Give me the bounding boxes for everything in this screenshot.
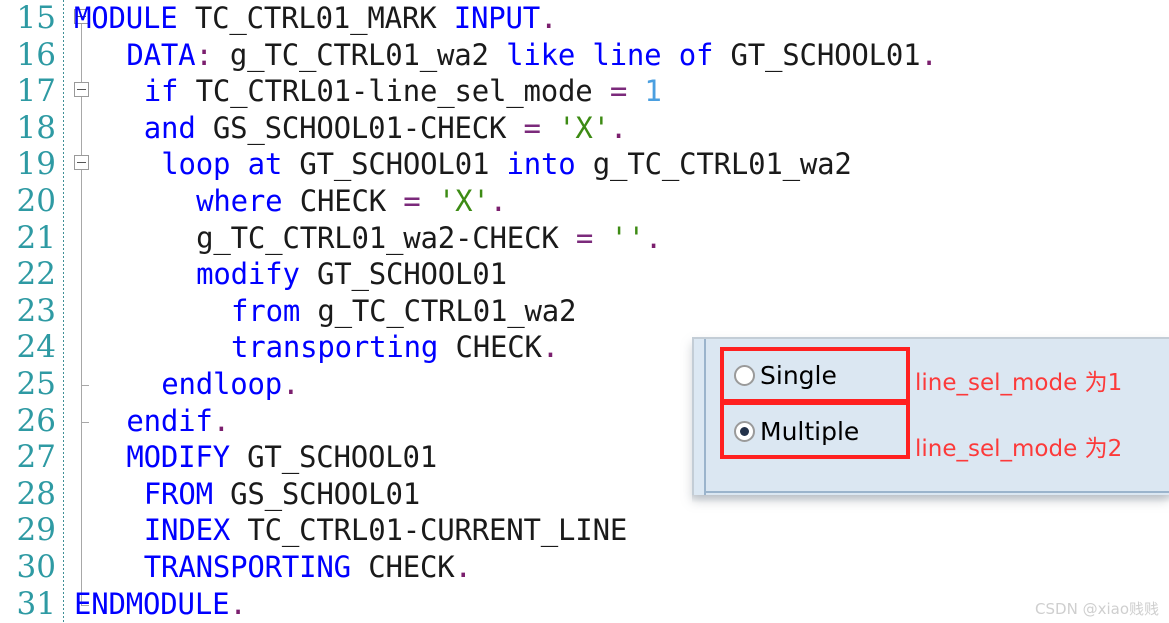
fold-guide-line xyxy=(72,439,92,476)
code-line[interactable]: 16 DATA: g_TC_CTRL01_wa2 like line of GT_… xyxy=(0,36,1169,74)
fold-guide-line xyxy=(72,292,92,330)
code-line-text: loop at GT_SCHOOL01 into g_TC_CTRL01_wa2 xyxy=(161,147,852,182)
fold-end-marker-icon xyxy=(72,402,92,440)
code-line[interactable]: 22 modify GT_SCHOOL01 xyxy=(0,256,1169,293)
fold-end-marker-icon xyxy=(72,365,92,403)
code-line[interactable]: 18 and GS_SCHOOL01-CHECK = 'X'. xyxy=(0,109,1169,147)
code-line-text: TRANSPORTING CHECK. xyxy=(143,549,472,584)
dialog-bottom-rule xyxy=(706,491,1169,493)
line-number: 30 xyxy=(16,548,56,585)
line-number: 15 xyxy=(16,0,56,36)
radio-label-single: Single xyxy=(760,361,837,390)
code-line-text: from g_TC_CTRL01_wa2 xyxy=(231,293,577,328)
code-line-text: MODULE TC_CTRL01_MARK INPUT. xyxy=(74,1,558,35)
radio-icon-single[interactable] xyxy=(734,365,755,386)
fold-guide-line xyxy=(72,36,92,74)
fold-guide-line xyxy=(72,475,92,513)
code-line-text: endloop. xyxy=(161,366,300,401)
annotation-multiple-mode: line_sel_mode 为2 xyxy=(915,436,1123,462)
fold-guide-line xyxy=(72,329,92,366)
radio-option-single[interactable]: Single xyxy=(734,361,837,390)
code-line[interactable]: 31 ENDMODULE. xyxy=(0,585,1169,623)
code-line[interactable]: 15 MODULE TC_CTRL01_MARK INPUT. xyxy=(0,0,1169,37)
line-number: 23 xyxy=(16,292,56,329)
code-line-text: ENDMODULE. xyxy=(74,586,247,621)
line-selection-mode-dialog[interactable]: Single Multiple line_sel_mode 为1 line_se… xyxy=(692,337,1169,495)
line-number: 22 xyxy=(16,256,56,293)
fold-guide-line xyxy=(72,548,92,586)
radio-icon-multiple[interactable] xyxy=(734,421,755,442)
fold-guide-line xyxy=(72,109,92,147)
code-line-text: and GS_SCHOOL01-CHECK = 'X'. xyxy=(143,110,628,145)
dialog-drop-shadow xyxy=(692,495,1169,503)
fold-toggle-icon[interactable] xyxy=(72,146,92,184)
line-number: 27 xyxy=(16,439,56,476)
dialog-left-rail xyxy=(694,339,706,495)
radio-option-multiple[interactable]: Multiple xyxy=(734,417,859,446)
line-number: 16 xyxy=(16,36,56,73)
line-number: 29 xyxy=(16,512,56,549)
code-line[interactable]: 23 from g_TC_CTRL01_wa2 xyxy=(0,292,1169,330)
line-number: 25 xyxy=(16,365,56,402)
annotation-single-mode: line_sel_mode 为1 xyxy=(915,370,1123,396)
line-number: 18 xyxy=(16,109,56,146)
code-line-text: g_TC_CTRL01_wa2-CHECK = ''. xyxy=(196,220,663,255)
code-line-text: if TC_CTRL01-line_sel_mode = 1 xyxy=(143,74,662,109)
fold-toggle-icon[interactable] xyxy=(72,73,92,111)
code-line-text: MODIFY GT_SCHOOL01 xyxy=(126,440,438,475)
code-line[interactable]: 29 INDEX TC_CTRL01-CURRENT_LINE xyxy=(0,512,1169,549)
code-line[interactable]: 20 where CHECK = 'X'. xyxy=(0,182,1169,220)
line-number: 19 xyxy=(16,146,56,183)
fold-guide-line xyxy=(72,256,92,293)
csdn-watermark: CSDN @xiao贱贱 xyxy=(1035,600,1159,618)
code-line-text: endif. xyxy=(126,403,230,438)
code-line[interactable]: 30 TRANSPORTING CHECK. xyxy=(0,548,1169,586)
code-line-text: FROM GS_SCHOOL01 xyxy=(143,476,420,511)
fold-guide-line xyxy=(72,512,92,549)
code-editor[interactable]: 15 MODULE TC_CTRL01_MARK INPUT. 16 DATA: g_… xyxy=(0,0,1169,623)
code-line-list: 15 MODULE TC_CTRL01_MARK INPUT. 16 DATA: g_… xyxy=(0,0,1169,622)
gutter-separator xyxy=(63,0,64,623)
line-number: 24 xyxy=(16,329,56,366)
line-number: 17 xyxy=(16,73,56,110)
code-line-text: modify GT_SCHOOL01 xyxy=(196,257,507,292)
line-number: 20 xyxy=(16,182,56,219)
fold-guide-line xyxy=(72,182,92,220)
line-number: 21 xyxy=(16,219,56,256)
code-line[interactable]: 19 loop at GT_SCHOOL01 into g_TC_CTRL01_w… xyxy=(0,146,1169,184)
code-line[interactable]: 21 g_TC_CTRL01_wa2-CHECK = ''. xyxy=(0,219,1169,257)
fold-guide-line xyxy=(72,219,92,257)
code-line[interactable]: 17 if TC_CTRL01-line_sel_mode = 1 xyxy=(0,73,1169,111)
line-number: 28 xyxy=(16,475,56,512)
code-line-text: DATA: g_TC_CTRL01_wa2 like line of GT_SC… xyxy=(126,37,938,72)
line-number: 31 xyxy=(16,585,56,622)
code-line-text: transporting CHECK. xyxy=(231,330,560,365)
code-line-text: where CHECK = 'X'. xyxy=(196,183,507,218)
code-line-text: INDEX TC_CTRL01-CURRENT_LINE xyxy=(143,513,628,548)
line-number: 26 xyxy=(16,402,56,439)
radio-label-multiple: Multiple xyxy=(760,417,860,446)
